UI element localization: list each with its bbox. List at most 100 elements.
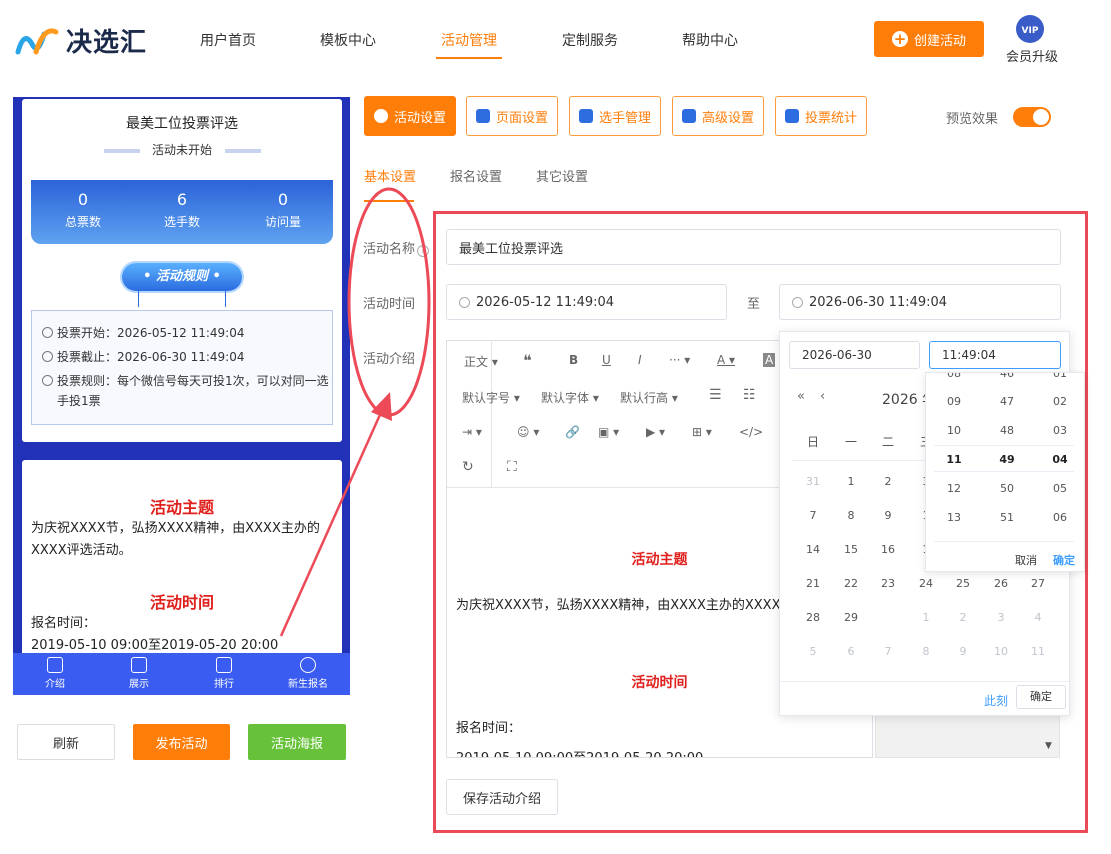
picker-confirm-button[interactable]: 确定 [1016, 685, 1066, 709]
nav-templates[interactable]: 模板中心 [320, 30, 376, 50]
calendar-day[interactable]: 25 [944, 577, 982, 590]
calendar-day[interactable]: 26 [982, 577, 1020, 590]
second-option[interactable]: 03 [1035, 424, 1084, 437]
tab-show[interactable]: 展示 [109, 653, 169, 695]
refresh-button[interactable]: 刷新 [17, 724, 115, 760]
calendar-day[interactable]: 29 [832, 611, 870, 624]
link-icon[interactable]: 🔗 [565, 425, 580, 439]
calendar-day[interactable]: 8 [907, 645, 945, 658]
publish-button[interactable]: 发布活动 [133, 724, 230, 760]
minute-option[interactable]: 50 [982, 482, 1032, 495]
end-time-input[interactable]: 2026-06-30 11:49:04 [779, 284, 1061, 320]
hour-option[interactable]: 09 [929, 395, 979, 408]
calendar-day[interactable]: 3 [982, 611, 1020, 624]
calendar-day[interactable]: 22 [832, 577, 870, 590]
more-icon[interactable]: ··· ▾ [669, 353, 690, 367]
calendar-day[interactable]: 15 [832, 543, 870, 556]
tab-advanced-settings[interactable]: 高级设置 [672, 96, 764, 136]
hour-option[interactable]: 10 [929, 424, 979, 437]
time-cancel-button[interactable]: 取消 [1015, 552, 1037, 568]
bold-icon[interactable]: B [569, 353, 578, 367]
calendar-day[interactable]: 7 [794, 509, 832, 522]
font-size-select[interactable]: 默认字号 ▾ [462, 389, 520, 406]
calendar-day[interactable]: 11 [1019, 645, 1057, 658]
nav-home[interactable]: 用户首页 [200, 30, 256, 50]
calendar-day[interactable]: 30 [869, 606, 907, 626]
vip-icon[interactable]: VIP [1015, 14, 1045, 44]
calendar-day[interactable]: 23 [869, 577, 907, 590]
subtab-signup[interactable]: 报名设置 [450, 166, 502, 185]
calendar-day[interactable]: 9 [869, 509, 907, 522]
emoji-icon[interactable]: ☺ ▾ [517, 425, 539, 439]
activity-name-input[interactable]: 最美工位投票评选 [446, 229, 1061, 265]
italic-icon[interactable]: I [638, 353, 642, 367]
table-icon[interactable]: ⊞ ▾ [692, 425, 712, 439]
calendar-day[interactable]: 7 [869, 645, 907, 658]
tab-rank[interactable]: 排行 [194, 653, 254, 695]
time-confirm-button[interactable]: 确定 [1053, 552, 1075, 568]
image-icon[interactable]: ▣ ▾ [598, 425, 619, 439]
underline-icon[interactable]: U [602, 353, 611, 367]
save-intro-button[interactable]: 保存活动介绍 [446, 779, 558, 815]
calendar-day[interactable]: 28 [794, 611, 832, 624]
help-icon[interactable]: ? [417, 245, 430, 257]
prev-year-icon[interactable]: « [797, 389, 805, 404]
calendar-day[interactable]: 16 [869, 543, 907, 556]
calendar-day[interactable]: 10 [982, 645, 1020, 658]
paragraph-select[interactable]: 正文 ▾ [464, 353, 498, 370]
nav-activity-management[interactable]: 活动管理 [441, 30, 497, 50]
tab-page-settings[interactable]: 页面设置 [466, 96, 558, 136]
poster-button[interactable]: 活动海报 [248, 724, 346, 760]
calendar-day[interactable]: 2 [869, 475, 907, 488]
calendar-day[interactable]: 8 [832, 509, 870, 522]
video-icon[interactable]: ▶ ▾ [646, 425, 665, 439]
calendar-day[interactable]: 24 [907, 577, 945, 590]
picker-time-input[interactable]: 11:49:04 [929, 341, 1061, 369]
scroll-down-icon[interactable]: ▼ [1045, 741, 1052, 751]
tab-intro[interactable]: 介绍 [25, 653, 85, 695]
calendar-day[interactable]: 5 [794, 645, 832, 658]
second-option[interactable]: 01 [1035, 373, 1084, 380]
hour-option[interactable]: 12 [929, 482, 979, 495]
fullscreen-icon[interactable]: ⛶ [507, 459, 517, 475]
calendar-day[interactable]: 14 [794, 543, 832, 556]
picker-date-input[interactable]: 2026-06-30 [789, 341, 920, 369]
second-option[interactable]: 05 [1035, 482, 1084, 495]
bg-color-icon[interactable]: A [763, 353, 776, 367]
tab-vote-stats[interactable]: 投票统计 [775, 96, 867, 136]
font-color-icon[interactable]: A ▾ [717, 353, 735, 367]
calendar-day[interactable]: 27 [1019, 577, 1057, 590]
preview-toggle[interactable] [1013, 107, 1051, 127]
tab-player-management[interactable]: 选手管理 [569, 96, 661, 136]
second-option[interactable]: 06 [1035, 511, 1084, 524]
calendar-day[interactable]: 6 [832, 645, 870, 658]
second-option[interactable]: 04 [1035, 453, 1084, 466]
calendar-day[interactable]: 21 [794, 577, 832, 590]
minute-option[interactable]: 49 [982, 453, 1032, 466]
create-activity-button[interactable]: + 创建活动 [874, 21, 984, 57]
quote-icon[interactable]: ❝ [523, 351, 532, 370]
hour-option[interactable]: 11 [929, 453, 979, 466]
picker-now-button[interactable]: 此刻 [984, 692, 1008, 709]
calendar-day[interactable]: 1 [907, 611, 945, 624]
hour-option[interactable]: 13 [929, 511, 979, 524]
start-time-input[interactable]: 2026-05-12 11:49:04 [446, 284, 727, 320]
minute-option[interactable]: 47 [982, 395, 1032, 408]
vip-upgrade-link[interactable]: 会员升级 [1006, 46, 1058, 65]
redo-icon[interactable]: ↻ [462, 459, 474, 475]
nav-help[interactable]: 帮助中心 [682, 30, 738, 50]
hour-option[interactable]: 08 [929, 373, 979, 380]
minute-option[interactable]: 51 [982, 511, 1032, 524]
calendar-day[interactable]: 4 [1019, 611, 1057, 624]
indent-icon[interactable]: ⇥ ▾ [462, 425, 482, 439]
nav-custom-service[interactable]: 定制服务 [562, 30, 618, 50]
code-icon[interactable]: </> [739, 425, 763, 439]
tab-signup[interactable]: 新生报名 [278, 653, 338, 695]
font-family-select[interactable]: 默认字体 ▾ [541, 389, 599, 406]
minute-option[interactable]: 48 [982, 424, 1032, 437]
calendar-day[interactable]: 2 [944, 611, 982, 624]
subtab-basic[interactable]: 基本设置 [364, 166, 416, 185]
bullet-list-icon[interactable]: ☰ [709, 387, 722, 403]
prev-month-icon[interactable]: ‹ [820, 389, 825, 404]
calendar-day[interactable]: 9 [944, 645, 982, 658]
